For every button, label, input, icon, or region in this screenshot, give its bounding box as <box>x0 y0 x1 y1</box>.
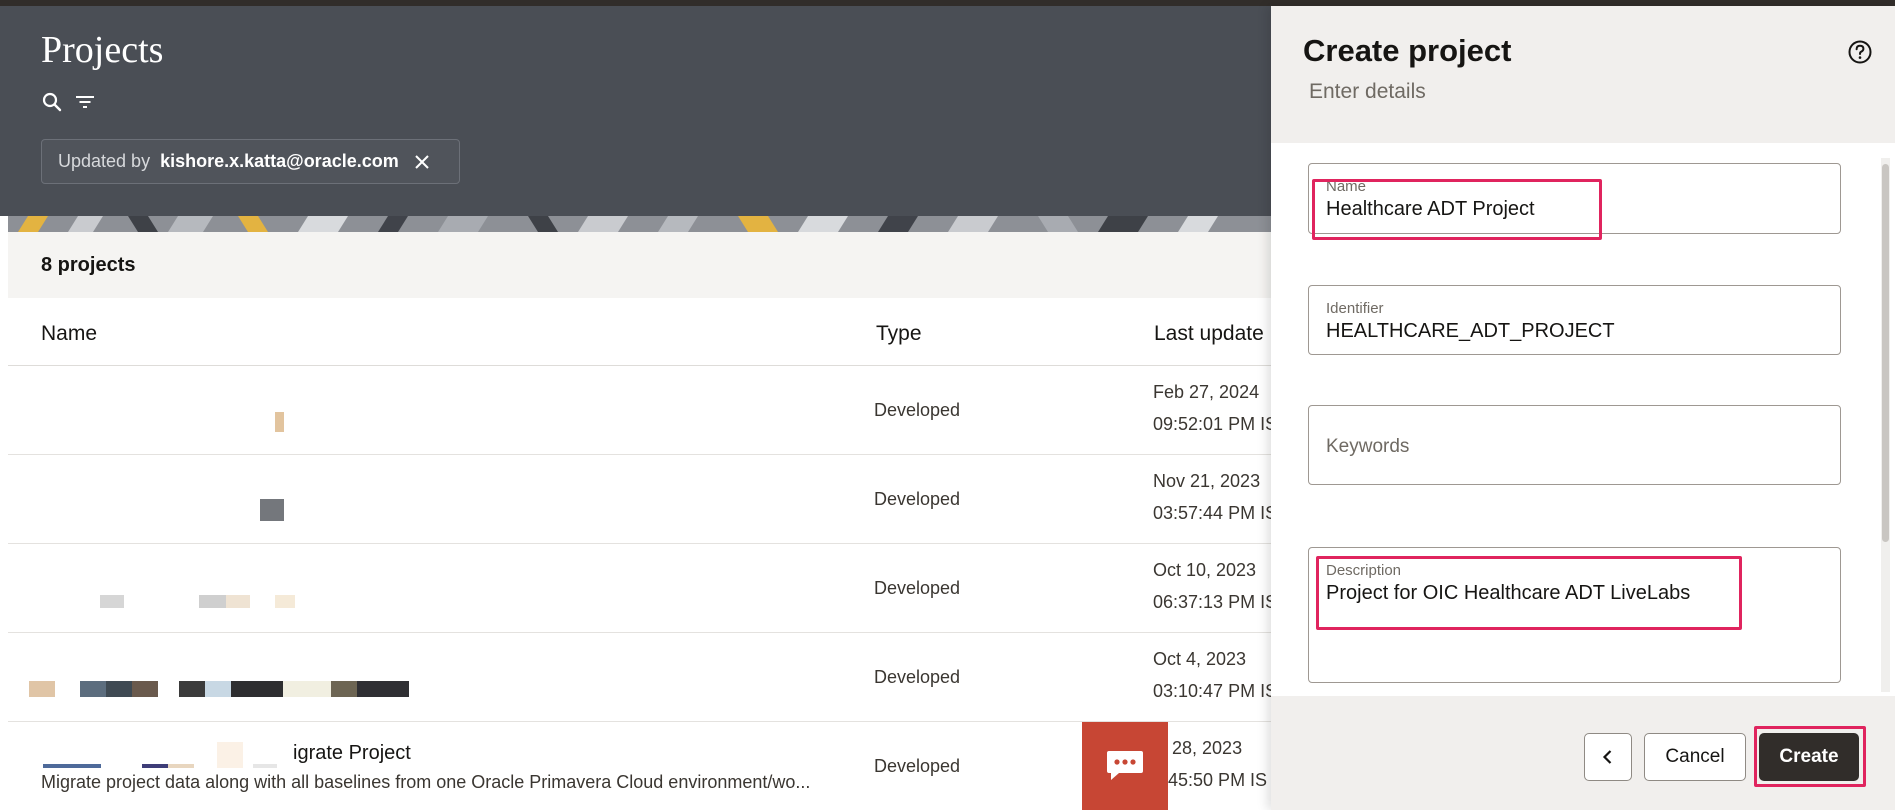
table-row[interactable]: Developed Oct 10, 2023 06:37:13 PM IS <box>8 544 1277 633</box>
project-type: Developed <box>874 756 961 776</box>
project-type: Developed <box>874 578 961 598</box>
last-update-time: 7:45:50 PM IS <box>1153 770 1268 790</box>
redacted-block <box>253 764 277 768</box>
projects-header: Projects Updated by kishore.x.katta@orac… <box>0 6 1272 216</box>
table-row[interactable]: Developed Oct 4, 2023 03:10:47 PM IS <box>8 633 1277 722</box>
decorative-pattern <box>8 216 1272 232</box>
redacted-block <box>357 681 409 697</box>
search-icon[interactable] <box>40 90 64 114</box>
chevron-left-icon <box>1602 750 1612 764</box>
keywords-field[interactable]: Keywords <box>1308 405 1841 485</box>
drawer-title: Create project <box>1303 33 1512 68</box>
chat-icon <box>1107 751 1143 780</box>
drawer-footer: Cancel Create <box>1271 696 1895 810</box>
column-header-type[interactable]: Type <box>876 322 922 346</box>
close-icon[interactable] <box>413 153 431 171</box>
last-update-time: 03:10:47 PM IS <box>1153 681 1278 701</box>
redacted-block <box>275 412 284 432</box>
last-update-date: Oct 10, 2023 <box>1153 560 1257 580</box>
redacted-block <box>260 499 284 521</box>
identifier-field-label: Identifier <box>1326 300 1384 317</box>
table-row[interactable]: Developed Nov 21, 2023 03:57:44 PM IS <box>8 455 1277 544</box>
results-count-bar: 8 projects <box>8 232 1272 298</box>
redacted-block <box>179 681 205 697</box>
redacted-block <box>283 681 331 697</box>
redacted-block <box>275 595 295 608</box>
column-header-name[interactable]: Name <box>41 322 97 346</box>
description-highlight <box>1316 556 1742 630</box>
identifier-field[interactable]: Identifier HEALTHCARE_ADT_PROJECT <box>1308 285 1841 355</box>
keywords-placeholder: Keywords <box>1326 436 1410 457</box>
drawer-subtitle: Enter details <box>1309 80 1426 103</box>
scrollbar-thumb[interactable] <box>1882 164 1889 542</box>
filter-chip-value: kishore.x.katta@oracle.com <box>160 151 399 171</box>
column-header-last-update[interactable]: Last update <box>1154 322 1264 346</box>
drawer-scrollbar[interactable] <box>1881 158 1890 692</box>
last-update-time: 06:37:13 PM IS <box>1153 592 1278 612</box>
last-update-time: 03:57:44 PM IS <box>1153 503 1278 523</box>
app-screen: Projects Updated by kishore.x.katta@orac… <box>0 0 1895 810</box>
last-update-date: Feb 27, 2024 <box>1153 382 1260 402</box>
redacted-block <box>199 595 226 608</box>
cancel-button[interactable]: Cancel <box>1644 733 1746 781</box>
filter-chip[interactable]: Updated by kishore.x.katta@oracle.com <box>41 139 460 184</box>
page-title: Projects <box>41 29 164 71</box>
chat-button[interactable] <box>1082 722 1168 810</box>
help-icon[interactable] <box>1847 39 1873 65</box>
redacted-block <box>43 764 101 768</box>
redacted-block <box>80 681 106 697</box>
last-update-time: 09:52:01 PM IS <box>1153 414 1278 434</box>
project-name[interactable]: igrate Project <box>293 742 411 765</box>
redacted-block <box>168 764 194 768</box>
project-type: Developed <box>874 667 961 687</box>
project-type: Developed <box>874 400 961 420</box>
project-type: Developed <box>874 489 961 509</box>
identifier-field-value[interactable]: HEALTHCARE_ADT_PROJECT <box>1326 320 1615 343</box>
create-project-drawer: Create project Enter details Name Health… <box>1271 6 1895 810</box>
filter-chip-label: Updated by <box>58 151 151 171</box>
redacted-block <box>226 595 250 608</box>
redacted-block <box>331 681 357 697</box>
last-update-date: Oct 4, 2023 <box>1153 649 1247 669</box>
drawer-header: Create project Enter details <box>1271 6 1895 143</box>
project-description: Migrate project data along with all base… <box>41 772 811 792</box>
name-highlight <box>1312 179 1602 240</box>
redacted-block <box>217 742 243 768</box>
redacted-block <box>205 681 231 697</box>
table-row[interactable]: Developed Feb 27, 2024 09:52:01 PM IS <box>8 366 1277 455</box>
back-button[interactable] <box>1584 733 1632 781</box>
filter-icon[interactable] <box>73 90 97 114</box>
redacted-block <box>106 681 132 697</box>
redacted-block <box>100 595 124 608</box>
redacted-block <box>231 681 283 697</box>
projects-count: 8 projects <box>41 254 136 276</box>
redacted-block <box>29 681 55 697</box>
redacted-block <box>142 764 168 768</box>
create-highlight <box>1754 726 1866 787</box>
redacted-block <box>132 681 158 697</box>
last-update-date: Nov 21, 2023 <box>1153 471 1261 491</box>
